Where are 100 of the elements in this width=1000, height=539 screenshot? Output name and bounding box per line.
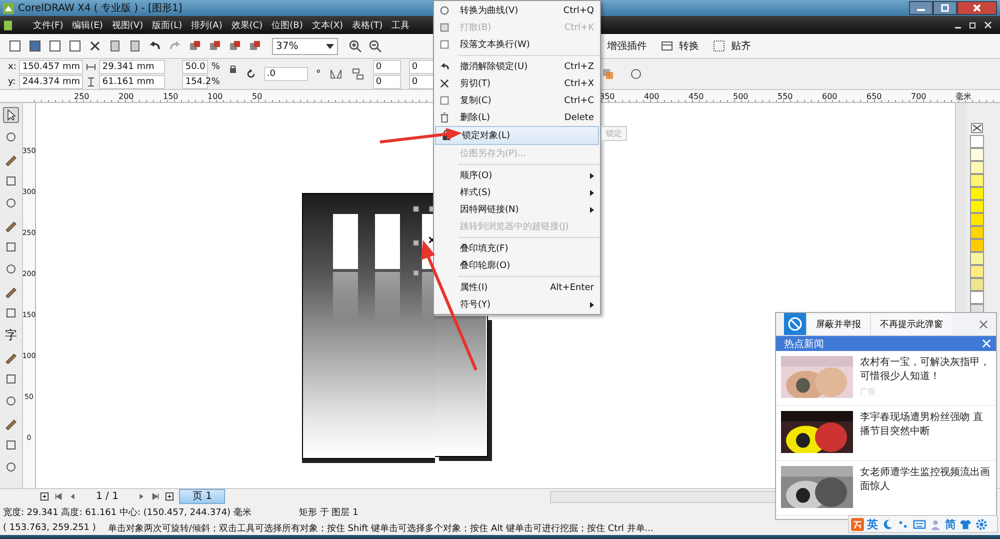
- pointer-icon[interactable]: [3, 107, 19, 123]
- color-swatch[interactable]: [970, 200, 984, 213]
- ruler-number: 150: [163, 92, 180, 100]
- keyboard-icon[interactable]: [913, 518, 926, 530]
- menu-item[interactable]: 顺序(O): [434, 167, 600, 184]
- color-swatch[interactable]: [970, 187, 984, 200]
- height-icon: [86, 76, 96, 86]
- first-page-icon[interactable]: [54, 492, 63, 501]
- width-icon: [86, 62, 96, 72]
- minimize-button[interactable]: [909, 1, 933, 15]
- color-swatch[interactable]: [970, 135, 984, 148]
- language-toggle[interactable]: 英: [867, 516, 878, 532]
- node-icon[interactable]: [628, 67, 643, 81]
- restore-icon[interactable]: [969, 21, 977, 29]
- ruler-number: 650: [866, 92, 883, 100]
- add-page-icon[interactable]: [40, 492, 49, 501]
- corner-field[interactable]: 0: [372, 74, 401, 88]
- ruler-number: 200: [118, 92, 135, 100]
- scissors-icon: [439, 78, 450, 89]
- menu-item[interactable]: 位图(B): [272, 18, 303, 32]
- color-swatch[interactable]: [970, 148, 984, 161]
- zoom-dropdown[interactable]: 37%: [272, 38, 338, 54]
- color-swatch[interactable]: [970, 252, 984, 265]
- height-field[interactable]: 61.161 mm: [99, 74, 166, 88]
- menu-item[interactable]: 转换为曲线(V) Ctrl+Q: [434, 2, 600, 19]
- color-swatch[interactable]: [970, 226, 984, 239]
- caret-icon: [326, 44, 334, 48]
- text-tool[interactable]: 字: [3, 327, 19, 343]
- menu-item[interactable]: 符号(Y): [434, 296, 600, 313]
- script-toggle[interactable]: 简: [945, 516, 956, 532]
- lock-icon[interactable]: [228, 64, 238, 74]
- news-headline[interactable]: 李宇春现场遭男粉丝强吻 直播节目突然中断: [860, 411, 991, 439]
- y-field[interactable]: 244.374 mm: [19, 74, 84, 88]
- angle-field[interactable]: .0: [264, 67, 308, 81]
- block-icon[interactable]: [784, 313, 806, 335]
- moon-icon[interactable]: [881, 518, 894, 530]
- menu-item[interactable]: 剪切(T) Ctrl+X: [434, 75, 600, 92]
- add-page-icon[interactable]: [165, 492, 174, 501]
- ruler-number: 250: [74, 92, 90, 100]
- menu-item[interactable]: 叠印轮廓(O): [434, 257, 600, 274]
- grid-icon[interactable]: [712, 39, 726, 53]
- zoom-out-icon[interactable]: [368, 39, 382, 53]
- menu-item[interactable]: 排列(A): [191, 18, 222, 32]
- submenu-arrow-icon: [590, 206, 594, 212]
- corner-field[interactable]: 0: [372, 60, 401, 74]
- trash-icon: [439, 112, 450, 123]
- settings-icon[interactable]: [975, 518, 988, 530]
- ruler-icon[interactable]: [660, 39, 674, 53]
- menu-item[interactable]: 叠印填充(F): [434, 240, 600, 257]
- color-swatch[interactable]: [970, 174, 984, 187]
- popup-action[interactable]: 不再提示此弹窗: [870, 313, 952, 335]
- menu-item[interactable]: 视图(V): [112, 18, 144, 32]
- close-button[interactable]: [957, 1, 997, 15]
- last-page-icon[interactable]: [151, 492, 160, 501]
- field-label: x:: [8, 62, 16, 72]
- menu-item[interactable]: 编辑(E): [72, 18, 103, 32]
- menu-item[interactable]: 工具: [392, 18, 410, 32]
- shirt-icon[interactable]: [959, 518, 972, 530]
- scale-field[interactable]: 50.0: [182, 60, 208, 74]
- color-swatch[interactable]: [970, 265, 984, 278]
- menu-item[interactable]: 样式(S): [434, 184, 600, 201]
- color-swatch[interactable]: [970, 161, 984, 174]
- menu-item[interactable]: 锁定对象(L): [435, 126, 599, 145]
- menu-item[interactable]: 因特网链接(N): [434, 201, 600, 218]
- no-color-icon[interactable]: [970, 123, 984, 133]
- popup-title: 热点新闻: [784, 338, 824, 350]
- menu-item[interactable]: 文本(X): [312, 18, 344, 32]
- news-headline[interactable]: 女老师遭学生监控视频流出画面惊人: [860, 466, 991, 494]
- menu-item[interactable]: 段落文本换行(W): [434, 36, 600, 53]
- toolbar-label[interactable]: 转换: [679, 39, 699, 53]
- menu-item[interactable]: 属性(I) Alt+Enter: [434, 279, 600, 296]
- page-tab[interactable]: 页 1: [179, 489, 225, 504]
- align-icon[interactable]: [350, 67, 365, 81]
- menu-item[interactable]: 撤消解除锁定(U) Ctrl+Z: [434, 58, 600, 75]
- menu-item[interactable]: 文件(F): [33, 18, 64, 32]
- color-swatch[interactable]: [970, 278, 984, 291]
- mirror-icon[interactable]: [328, 67, 343, 81]
- toolbar-label[interactable]: 增强插件: [607, 39, 647, 53]
- submenu-arrow-icon: [590, 190, 594, 196]
- menu-item[interactable]: 效果(C): [231, 18, 263, 32]
- scissors-icon[interactable]: [88, 39, 102, 53]
- toolbar-label[interactable]: 贴齐: [731, 39, 751, 53]
- menu-item[interactable]: 版面(L): [152, 18, 182, 32]
- ruler-number: 50: [252, 92, 264, 100]
- zoom-in-icon[interactable]: [348, 39, 362, 53]
- menu-item[interactable]: 删除(L) Delete: [434, 109, 600, 126]
- scale-field[interactable]: 154.2: [182, 74, 208, 88]
- color-swatch[interactable]: [970, 213, 984, 226]
- ime-logo-icon[interactable]: [851, 518, 864, 530]
- x-field[interactable]: 150.457 mm: [19, 60, 84, 74]
- news-headline[interactable]: 农村有一宝，可解决灰指甲，可惜很少人知道！: [860, 356, 991, 384]
- menu-item[interactable]: 表格(T): [352, 18, 383, 32]
- ruler-number: 350: [600, 92, 616, 100]
- popup-action[interactable]: 屏蔽并举报: [806, 313, 870, 335]
- previous-page-icon[interactable]: [68, 492, 77, 501]
- maximize-button[interactable]: [933, 1, 957, 15]
- color-swatch[interactable]: [970, 239, 984, 252]
- menu-item[interactable]: 复制(C) Ctrl+C: [434, 92, 600, 109]
- color-swatch[interactable]: [970, 291, 984, 304]
- width-field[interactable]: 29.341 mm: [99, 60, 166, 74]
